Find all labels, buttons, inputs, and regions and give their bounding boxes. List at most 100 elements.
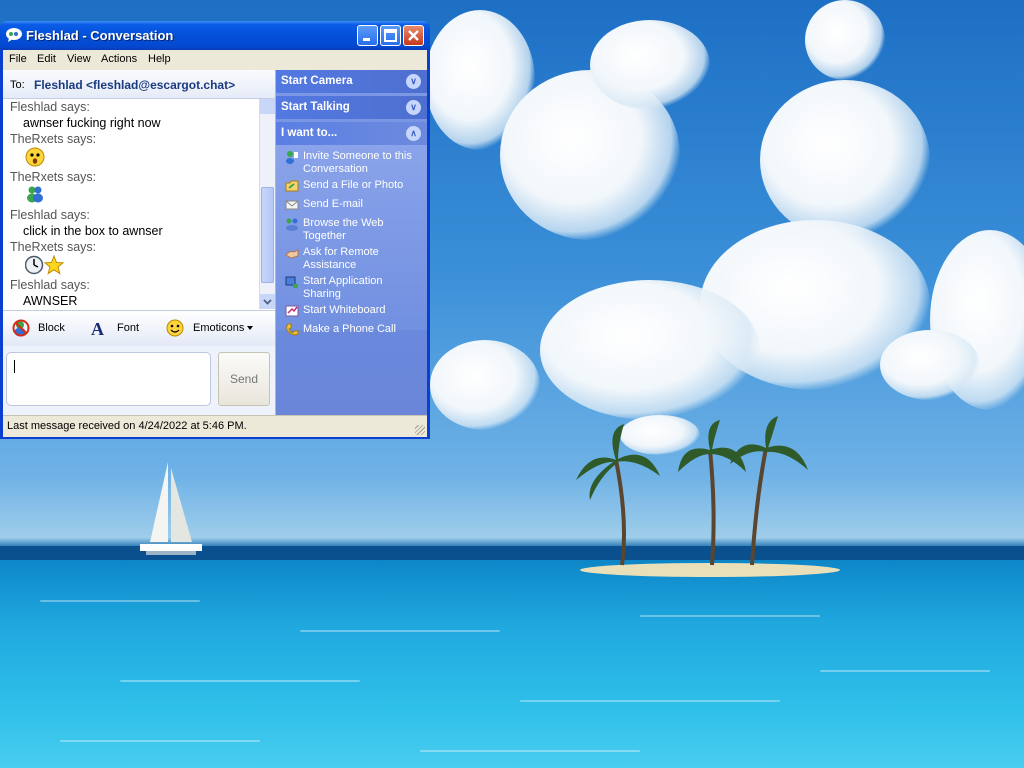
menu-help[interactable]: Help: [148, 53, 171, 65]
close-icon: [408, 30, 419, 41]
history-scrollbar[interactable]: [259, 99, 275, 309]
window-title: Fleshlad - Conversation: [26, 28, 174, 43]
chevron-down-icon: [263, 299, 272, 305]
start-talking-header[interactable]: Start Talking ∨: [276, 96, 427, 119]
i-want-to-header[interactable]: I want to... ∧: [276, 122, 427, 145]
sea: [0, 560, 1024, 768]
message-text: click in the box to awnser: [23, 224, 163, 238]
message-sender: TheRxets says:: [10, 240, 97, 254]
scroll-thumb[interactable]: [261, 187, 274, 283]
task-label: Send a File or Photo: [303, 179, 404, 191]
i-want-to-label: I want to...: [281, 127, 338, 139]
app-sharing-icon: [285, 276, 298, 288]
status-text: Last message received on 4/24/2022 at 5:…: [7, 420, 247, 432]
web-browse-icon: [286, 218, 298, 231]
task-label: Make a Phone Call: [303, 323, 396, 335]
message-input[interactable]: [6, 352, 211, 406]
message-history[interactable]: Fleshlad says: awnser fucking right now …: [3, 99, 259, 309]
invite-icon: [286, 151, 298, 164]
svg-text:A: A: [91, 319, 104, 337]
sailboat: [140, 462, 202, 555]
conversation-window: Fleshlad - Conversation File Edit View A…: [0, 21, 430, 439]
message-sender: TheRxets says:: [10, 170, 97, 184]
maximize-icon: [384, 29, 397, 42]
scroll-down-button[interactable]: [260, 294, 275, 309]
task-invite[interactable]: Invite Someone to this Conversation: [286, 150, 423, 176]
palm-island: [576, 416, 840, 577]
whiteboard-icon: [285, 305, 299, 317]
emoticons-label: Emoticons: [193, 322, 245, 334]
maximize-button[interactable]: [380, 25, 401, 46]
menu-bar: File Edit View Actions Help: [3, 50, 427, 69]
message-sender: Fleshlad says:: [10, 278, 90, 292]
block-label: Block: [38, 322, 65, 334]
task-pane: Start Camera ∨ Start Talking ∨ I want to…: [276, 70, 427, 415]
task-label: Invite Someone to this Conversation: [303, 150, 412, 175]
start-talking-label: Start Talking: [281, 101, 350, 113]
msn-messenger-icon: [6, 28, 22, 42]
scroll-up-button[interactable]: [260, 99, 275, 114]
envelope-icon: [285, 200, 299, 210]
block-icon: [12, 319, 30, 337]
start-camera-header[interactable]: Start Camera ∨: [276, 70, 427, 93]
task-app-sharing[interactable]: Start Application Sharing: [285, 275, 423, 301]
start-camera-label: Start Camera: [281, 75, 353, 87]
message-sender: TheRxets says:: [10, 132, 97, 146]
clock-and-star-emoticons: [25, 255, 65, 275]
task-label: Send E-mail: [303, 198, 363, 210]
minimize-button[interactable]: [357, 25, 378, 46]
surprised-emoticon: [25, 147, 45, 167]
font-label: Font: [117, 322, 140, 334]
resize-grip[interactable]: [415, 425, 425, 435]
i-want-to-panel: Invite Someone to this Conversation Send…: [276, 145, 427, 336]
conversation-pane: To: Fleshlad <fleshlad@escargot.chat> Fl…: [3, 70, 276, 415]
to-contact[interactable]: Fleshlad <fleshlad@escargot.chat>: [34, 78, 235, 92]
status-bar: Last message received on 4/24/2022 at 5:…: [3, 415, 427, 437]
smiley-icon: [166, 319, 184, 337]
task-label: Ask for Remote Assistance: [303, 246, 379, 271]
menu-actions[interactable]: Actions: [101, 53, 137, 65]
msn-buddy-emoticon: [27, 186, 43, 203]
text-caret: [14, 360, 15, 373]
font-icon: A: [91, 319, 104, 339]
cloud: [805, 0, 885, 80]
message-text: awnser fucking right now: [23, 116, 161, 130]
message-sender: Fleshlad says:: [10, 100, 90, 114]
font-button[interactable]: A Font: [90, 319, 145, 339]
window-client: File Edit View Actions Help To: Fleshlad…: [3, 50, 427, 437]
menu-edit[interactable]: Edit: [37, 53, 56, 65]
to-bar: To: Fleshlad <fleshlad@escargot.chat>: [3, 70, 275, 99]
task-label: Start Whiteboard: [303, 304, 386, 316]
cloud: [880, 330, 980, 400]
minimize-icon: [363, 38, 370, 41]
chevron-down-icon[interactable]: ∨: [406, 74, 421, 89]
chevron-up-icon[interactable]: ∧: [406, 126, 421, 141]
compose-area: Send: [3, 346, 275, 415]
task-phone-call[interactable]: Make a Phone Call: [286, 323, 423, 336]
task-remote-assistance[interactable]: Ask for Remote Assistance: [285, 246, 423, 272]
task-label: Start Application Sharing: [303, 275, 383, 300]
remote-assistance-icon: [285, 249, 299, 259]
cloud: [540, 280, 760, 420]
cloud: [760, 80, 930, 240]
menu-view[interactable]: View: [67, 53, 91, 65]
message-text: AWNSER: [23, 294, 78, 308]
to-label: To:: [10, 79, 25, 91]
task-whiteboard[interactable]: Start Whiteboard: [285, 304, 423, 317]
task-browse-web[interactable]: Browse the Web Together: [286, 217, 423, 243]
title-bar[interactable]: Fleshlad - Conversation: [0, 21, 430, 50]
folder-icon: [285, 180, 299, 192]
emoticons-button[interactable]: Emoticons: [166, 319, 261, 337]
phone-icon: [286, 323, 299, 336]
task-label: Browse the Web Together: [303, 217, 384, 242]
dropdown-arrow-icon: [247, 326, 253, 330]
cloud: [590, 20, 710, 110]
task-send-email[interactable]: Send E-mail: [285, 198, 423, 211]
message-sender: Fleshlad says:: [10, 208, 90, 222]
menu-file[interactable]: File: [9, 53, 27, 65]
block-button[interactable]: Block: [12, 319, 72, 337]
task-send-file[interactable]: Send a File or Photo: [285, 179, 423, 192]
send-button[interactable]: Send: [218, 352, 270, 406]
close-button[interactable]: [403, 25, 424, 46]
chevron-down-icon[interactable]: ∨: [406, 100, 421, 115]
